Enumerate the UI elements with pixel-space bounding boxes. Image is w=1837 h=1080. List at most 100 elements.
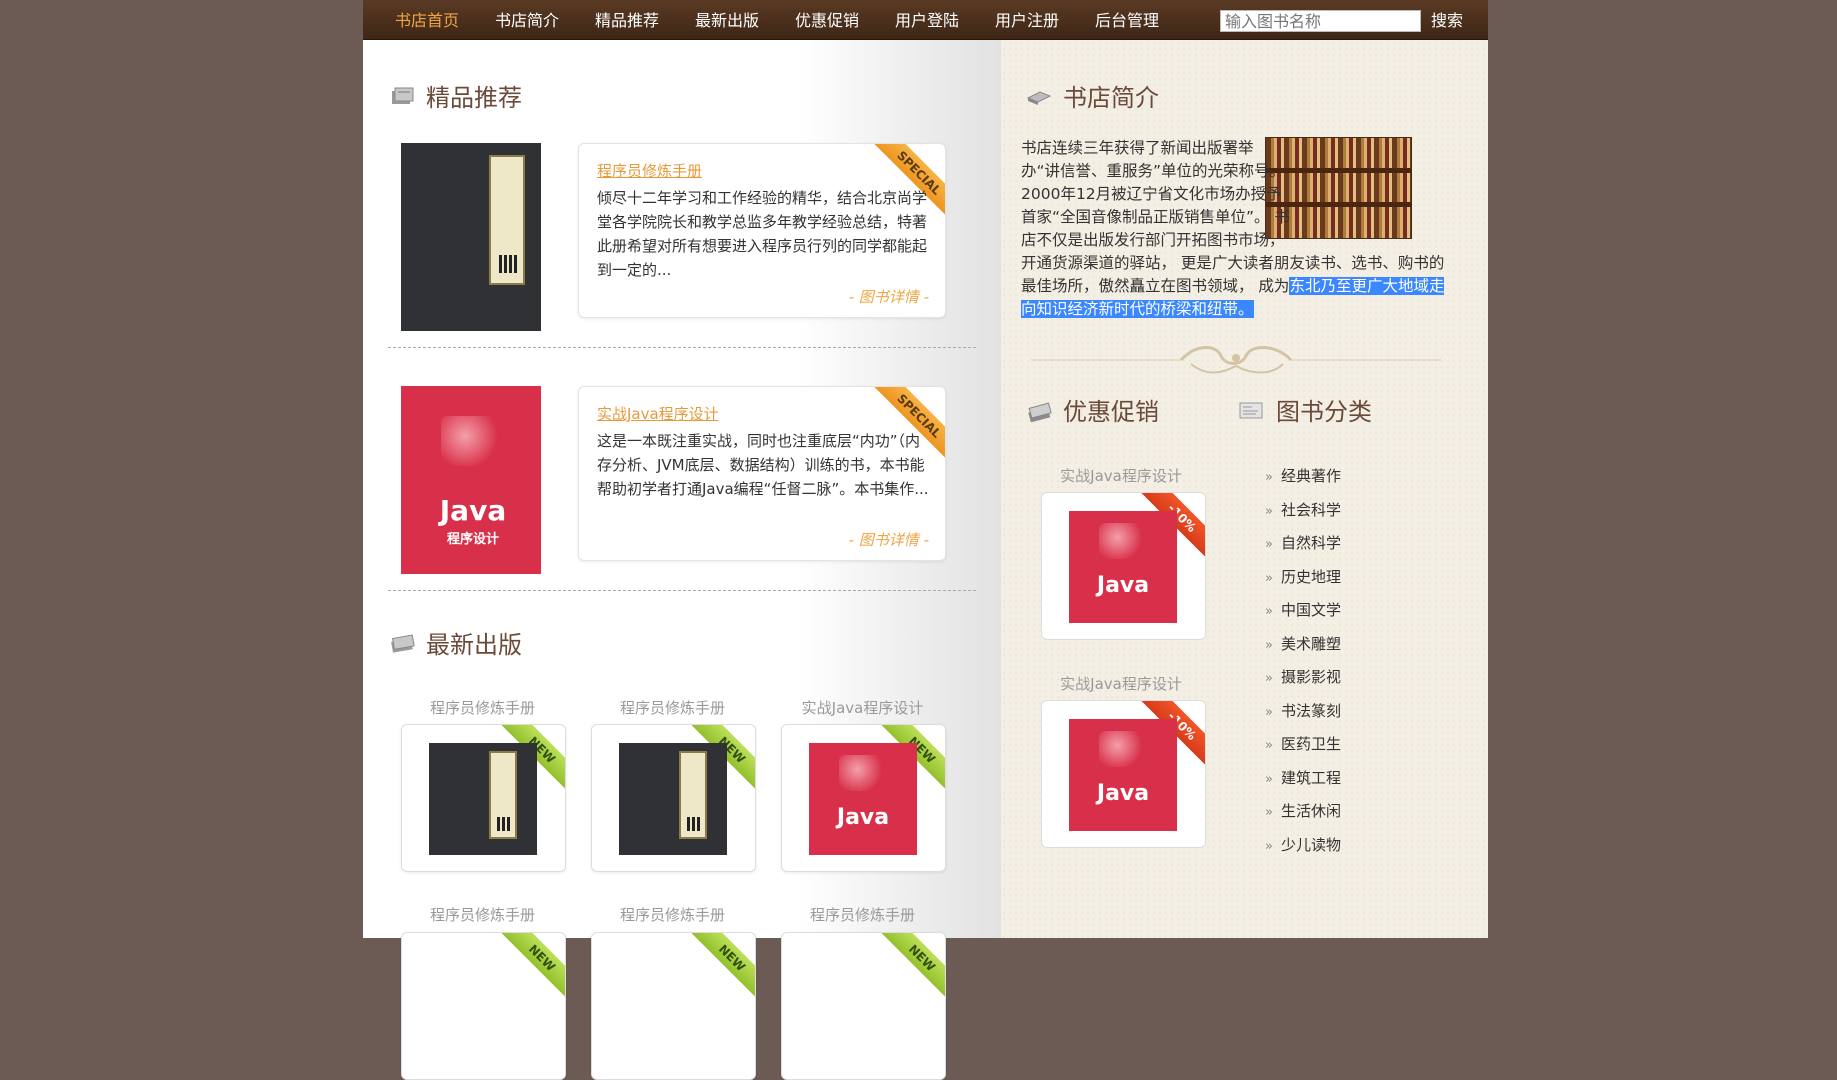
main-content: 精品推荐 SPECIAL 程序员修炼手册 倾尽十二年学习和工作经验的精华，结合北… <box>363 40 1001 1080</box>
category-label: 经典著作 <box>1280 467 1341 485</box>
promo-icon <box>1028 402 1052 422</box>
category-item[interactable]: » 美术雕塑 <box>1265 633 1341 654</box>
book-cover-image[interactable]: Java 程序设计 <box>401 386 541 574</box>
divider <box>388 590 976 591</box>
double-chevron-icon: » <box>1265 537 1273 552</box>
book-description: 这是一本既注重实战，同时也注重底层“内功”（内存分析、JVM底层、数据结构）训练… <box>597 432 929 498</box>
category-label: 自然科学 <box>1280 534 1341 552</box>
category-item[interactable]: » 建筑工程 <box>1265 767 1341 788</box>
double-chevron-icon: » <box>1265 571 1273 586</box>
new-ribbon: NEW <box>685 933 755 1005</box>
book-title-link[interactable]: 程序员修炼手册 <box>597 160 702 181</box>
recommend-title: 精品推荐 <box>426 84 522 112</box>
category-label: 摄影影视 <box>1280 668 1341 686</box>
book-thumb <box>619 743 727 855</box>
latest-title: 最新出版 <box>426 631 522 659</box>
ornament-divider <box>1031 346 1441 374</box>
nav-recommend[interactable]: 精品推荐 <box>595 0 659 39</box>
double-chevron-icon: » <box>1265 772 1273 787</box>
nav-promo[interactable]: 优惠促销 <box>795 0 859 39</box>
page: 书店首页 书店简介 精品推荐 最新出版 优惠促销 用户登陆 用户注册 后台管理 … <box>363 0 1488 1080</box>
book-thumb <box>429 743 537 855</box>
category-label: 医药卫生 <box>1280 735 1341 753</box>
double-chevron-icon: » <box>1265 638 1273 653</box>
new-ribbon: NEW <box>875 933 945 1005</box>
nav-login[interactable]: 用户登陆 <box>895 0 959 39</box>
new-book-card[interactable]: NEW <box>591 932 756 1080</box>
new-book-card[interactable]: NEW <box>401 724 566 872</box>
book-detail-link[interactable]: - 图书详情 - <box>849 286 929 307</box>
double-chevron-icon: » <box>1265 604 1273 619</box>
new-book-title[interactable]: 实战Java程序设计 <box>780 697 945 718</box>
nav-home[interactable]: 书店首页 <box>395 0 459 39</box>
category-label: 中国文学 <box>1280 601 1341 619</box>
category-label: 美术雕塑 <box>1280 635 1341 653</box>
new-book-card[interactable]: NEW <box>401 932 566 1080</box>
category-item[interactable]: » 经典著作 <box>1265 465 1341 486</box>
new-book-card[interactable]: NEW Java <box>781 724 946 872</box>
nav-intro[interactable]: 书店简介 <box>495 0 559 39</box>
books-icon <box>392 87 414 104</box>
category-label: 历史地理 <box>1280 568 1341 586</box>
category-label: 社会科学 <box>1280 501 1341 519</box>
category-label: 建筑工程 <box>1280 769 1341 787</box>
promo-book-card[interactable]: -10% Java <box>1041 492 1206 640</box>
books-icon <box>391 634 415 653</box>
search-input[interactable] <box>1220 10 1421 32</box>
category-item[interactable]: » 自然科学 <box>1265 532 1341 553</box>
nav-register[interactable]: 用户注册 <box>995 0 1059 39</box>
double-chevron-icon: » <box>1265 504 1273 519</box>
category-label: 书法篆刻 <box>1280 702 1341 720</box>
category-item[interactable]: » 书法篆刻 <box>1265 700 1341 721</box>
sidebar: 书店简介 书店连续三年获得了新闻出版署举办“讲信誉、重服务”单位的光荣称号。20… <box>1001 40 1488 938</box>
category-item[interactable]: » 生活休闲 <box>1265 800 1341 821</box>
cover-java-text: Java <box>1096 573 1150 598</box>
cover-subtitle-text: 程序设计 <box>446 532 499 547</box>
category-item[interactable]: » 少儿读物 <box>1265 834 1341 855</box>
new-ribbon: NEW <box>495 933 565 1005</box>
divider <box>388 347 976 348</box>
double-chevron-icon: » <box>1265 671 1273 686</box>
search-button[interactable]: 搜索 <box>1431 0 1463 39</box>
category-item[interactable]: » 社会科学 <box>1265 499 1341 520</box>
book-thumb: Java <box>1069 511 1177 623</box>
new-book-card[interactable]: NEW <box>591 724 756 872</box>
double-chevron-icon: » <box>1265 470 1273 485</box>
category-item[interactable]: » 摄影影视 <box>1265 666 1341 687</box>
new-book-title[interactable]: 程序员修炼手册 <box>590 697 755 718</box>
nav-admin[interactable]: 后台管理 <box>1095 0 1159 39</box>
book-cover-image[interactable] <box>401 143 541 331</box>
intro-text: 书店连续三年获得了新闻出版署举办“讲信誉、重服务”单位的光荣称号。2000年12… <box>1021 137 1446 321</box>
book-detail-link[interactable]: - 图书详情 - <box>849 529 929 550</box>
nav-latest[interactable]: 最新出版 <box>695 0 759 39</box>
recommend-card: SPECIAL 程序员修炼手册 倾尽十二年学习和工作经验的精华，结合北京尚学堂各… <box>578 143 946 318</box>
book-icon <box>1026 91 1052 105</box>
book-thumb: Java <box>809 743 917 855</box>
new-book-title[interactable]: 程序员修炼手册 <box>400 697 565 718</box>
cover-java-text: Java <box>836 805 890 830</box>
new-book-title[interactable]: 程序员修炼手册 <box>400 904 565 925</box>
category-label: 生活休闲 <box>1280 802 1341 820</box>
book-thumb: Java <box>1069 719 1177 831</box>
promo-book-title[interactable]: 实战Java程序设计 <box>1037 673 1205 694</box>
book-title-link[interactable]: 实战Java程序设计 <box>597 403 719 424</box>
new-book-title[interactable]: 程序员修炼手册 <box>590 904 755 925</box>
promo-title: 优惠促销 <box>1063 398 1159 426</box>
cover-java-text: Java <box>439 494 507 527</box>
intro-title: 书店简介 <box>1063 84 1159 112</box>
cover-java-text: Java <box>1096 781 1150 806</box>
category-icon <box>1239 402 1263 419</box>
book-description: 倾尽十二年学习和工作经验的精华，结合北京尚学堂各学院院长和教学总监多年教学经验总… <box>597 189 928 279</box>
category-item[interactable]: » 历史地理 <box>1265 566 1341 587</box>
promo-book-card[interactable]: -10% Java <box>1041 700 1206 848</box>
double-chevron-icon: » <box>1265 805 1273 820</box>
new-book-title[interactable]: 程序员修炼手册 <box>780 904 945 925</box>
new-book-card[interactable]: NEW <box>781 932 946 1080</box>
recommend-card: SPECIAL 实战Java程序设计 这是一本既注重实战，同时也注重底层“内功”… <box>578 386 946 561</box>
category-label: 少儿读物 <box>1280 836 1341 854</box>
category-title: 图书分类 <box>1276 398 1372 426</box>
promo-book-title[interactable]: 实战Java程序设计 <box>1037 465 1205 486</box>
top-nav: 书店首页 书店简介 精品推荐 最新出版 优惠促销 用户登陆 用户注册 后台管理 … <box>363 0 1488 40</box>
category-item[interactable]: » 医药卫生 <box>1265 733 1341 754</box>
category-item[interactable]: » 中国文学 <box>1265 599 1341 620</box>
